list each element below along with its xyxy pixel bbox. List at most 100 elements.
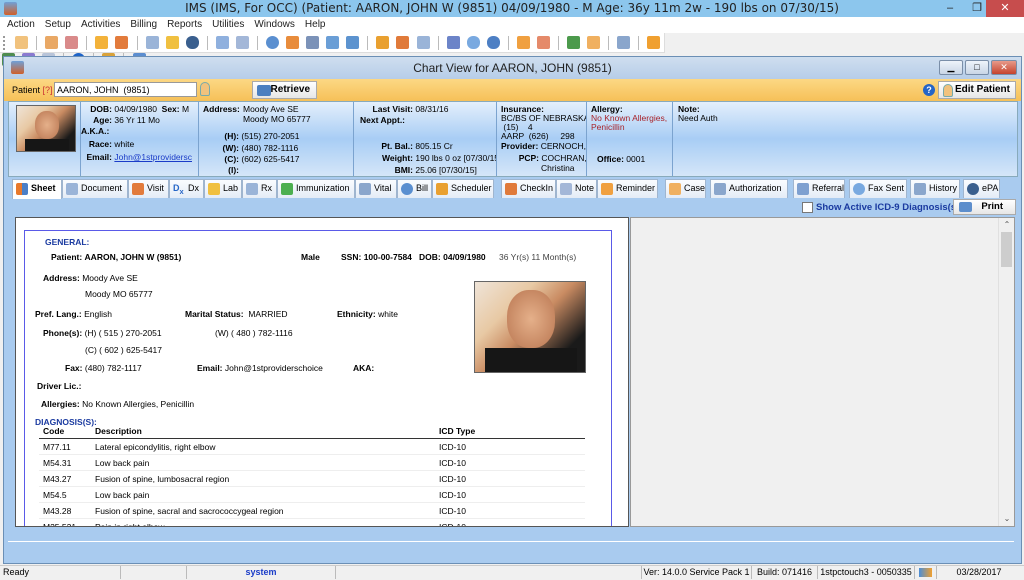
tab-reminder[interactable]: Reminder — [597, 179, 658, 198]
checkin-icon[interactable] — [396, 36, 410, 49]
billing-statement-icon[interactable] — [286, 36, 300, 49]
patient-help-link[interactable]: [?] — [43, 85, 53, 95]
fax-icon[interactable] — [466, 36, 480, 49]
lab-flask-icon[interactable] — [165, 36, 179, 49]
send-icon[interactable] — [446, 36, 460, 49]
tab-bill[interactable]: Bill — [397, 179, 432, 198]
tab-dx[interactable]: Dx Dx — [169, 179, 204, 198]
menu-activities[interactable]: Activities — [76, 17, 125, 32]
menu-setup[interactable]: Setup — [40, 17, 76, 32]
tab-label: ePA — [982, 183, 999, 193]
reminder-icon[interactable] — [516, 36, 530, 49]
toolbar-grip[interactable] — [3, 36, 8, 50]
tab-visit[interactable]: Visit — [128, 179, 169, 198]
divider — [8, 541, 1014, 543]
billing-people-icon[interactable] — [306, 36, 320, 49]
print-button[interactable]: Print — [953, 199, 1016, 215]
patient-lookup-icon[interactable] — [200, 82, 210, 96]
chart-maximize-button[interactable]: □ — [965, 60, 989, 75]
diagnosis-row[interactable]: M54.5 Low back pain ICD-10 — [39, 486, 585, 503]
billing-dollar-icon[interactable] — [266, 36, 279, 49]
transfer-icon[interactable] — [647, 36, 661, 49]
folder-icon[interactable] — [95, 36, 109, 49]
tab-label: Sheet — [31, 183, 56, 193]
authorization-icon[interactable] — [416, 36, 430, 49]
pref-lang-value: English — [84, 309, 113, 319]
address-line1: Moody Ave SE — [82, 273, 138, 283]
tab-authorization[interactable]: Authorization — [710, 179, 788, 198]
show-icd9-label[interactable]: Show Active ICD-9 Diagnosis(s) — [816, 202, 959, 213]
menu-utilities[interactable]: Utilities — [207, 17, 249, 32]
calendar-icon — [436, 183, 448, 195]
report-icon[interactable] — [536, 36, 550, 49]
sheet-icon — [16, 183, 28, 195]
tab-epa[interactable]: ePA — [963, 179, 1000, 198]
shield-icon[interactable] — [185, 36, 199, 49]
status-build: Build: 071416 — [752, 566, 818, 579]
close-button[interactable]: ✕ — [986, 0, 1024, 17]
chart-close-button[interactable]: ✕ — [991, 60, 1017, 75]
patient-input[interactable] — [54, 82, 197, 97]
patient-name: AARON, JOHN W (9851) — [84, 252, 182, 262]
tab-checkin[interactable]: CheckIn — [501, 179, 556, 198]
fax-sent-icon[interactable] — [486, 36, 500, 49]
cell-phone-value: (602) 625-5417 — [241, 154, 300, 164]
collections-icon[interactable] — [346, 36, 360, 49]
tab-case[interactable]: Case — [665, 179, 706, 198]
note-pad-icon[interactable] — [235, 36, 249, 49]
patient-label: Patient: — [51, 252, 83, 262]
diagnosis-row[interactable]: M54.31 Low back pain ICD-10 — [39, 454, 585, 471]
visit-note-icon[interactable] — [115, 36, 129, 49]
tab-document[interactable]: Document — [62, 179, 128, 198]
scroll-down-arrow-icon[interactable]: ⌄ — [999, 512, 1015, 526]
edit-patient-button[interactable]: Edit Patient — [938, 81, 1016, 99]
vertical-scrollbar[interactable]: ⌃ ⌄ — [998, 218, 1014, 526]
tab-lab[interactable]: Lab — [204, 179, 242, 198]
status-bar: Ready system Ver: 14.0.0 Service Pack 1 … — [0, 565, 1024, 579]
help-icon[interactable]: ? — [923, 84, 935, 96]
tab-note[interactable]: Note — [556, 179, 597, 198]
patient-edit-icon[interactable] — [45, 36, 59, 49]
menu-action[interactable]: Action — [0, 17, 40, 32]
patient-check-icon[interactable] — [65, 36, 79, 49]
retrieve-icon — [257, 85, 271, 96]
rx-icon[interactable] — [145, 36, 159, 49]
diagnosis-row[interactable]: M43.27 Fusion of spine, lumbosacral regio… — [39, 470, 585, 487]
scroll-up-arrow-icon[interactable]: ⌃ — [999, 218, 1015, 232]
tab-scheduler[interactable]: Scheduler — [432, 179, 494, 198]
menu-reports[interactable]: Reports — [162, 17, 207, 32]
email-link[interactable]: John@1stprovidersc — [114, 152, 192, 162]
patient-icon[interactable] — [15, 36, 29, 49]
diagnosis-row[interactable]: M77.11 Lateral epicondylitis, right elbow… — [39, 438, 585, 455]
tab-label: Reminder — [616, 183, 656, 193]
address-label: Address: — [43, 273, 80, 283]
tab-fax-sent[interactable]: Fax Sent — [849, 179, 907, 198]
scrollbar-thumb[interactable] — [1001, 232, 1012, 267]
tab-rx[interactable]: Rx — [242, 179, 277, 198]
status-version: Ver: 14.0.0 Service Pack 1 — [642, 566, 752, 579]
diagnosis-table: Code Description ICD Type M77.11 Lateral … — [39, 424, 585, 526]
minimize-button[interactable]: – — [935, 0, 965, 17]
marital-status-label: Marital Status: — [185, 309, 244, 319]
chart-report-icon[interactable] — [567, 36, 581, 49]
retrieve-button[interactable]: Retrieve — [252, 81, 317, 99]
show-icd9-checkbox[interactable] — [802, 202, 813, 213]
menu-help[interactable]: Help — [300, 17, 331, 32]
tab-history[interactable]: History — [910, 179, 960, 198]
payment-icon[interactable] — [326, 36, 340, 49]
menu-windows[interactable]: Windows — [249, 17, 300, 32]
document-icon[interactable] — [215, 36, 229, 49]
email-value: John@1stproviderschoice — [224, 363, 323, 373]
tab-referral[interactable]: Referral — [793, 179, 845, 198]
tab-sheet[interactable]: Sheet — [12, 179, 62, 199]
tab-immunization[interactable]: Immunization — [277, 179, 355, 198]
chart-view-title: Chart View for AARON, JOHN (9851) — [413, 61, 612, 75]
menu-billing[interactable]: Billing — [125, 17, 162, 32]
folder-user-icon[interactable] — [587, 36, 601, 49]
diagnosis-row[interactable]: M43.28 Fusion of spine, sacral and sacroc… — [39, 502, 585, 519]
history-icon[interactable] — [617, 36, 631, 49]
scheduler-calendar-icon[interactable] — [376, 36, 390, 49]
tab-vital[interactable]: Vital — [355, 179, 397, 198]
diagnosis-row[interactable]: M25.521 Pain in right elbow ICD-10 — [39, 518, 585, 526]
chart-minimize-button[interactable]: ▁ — [939, 60, 963, 75]
